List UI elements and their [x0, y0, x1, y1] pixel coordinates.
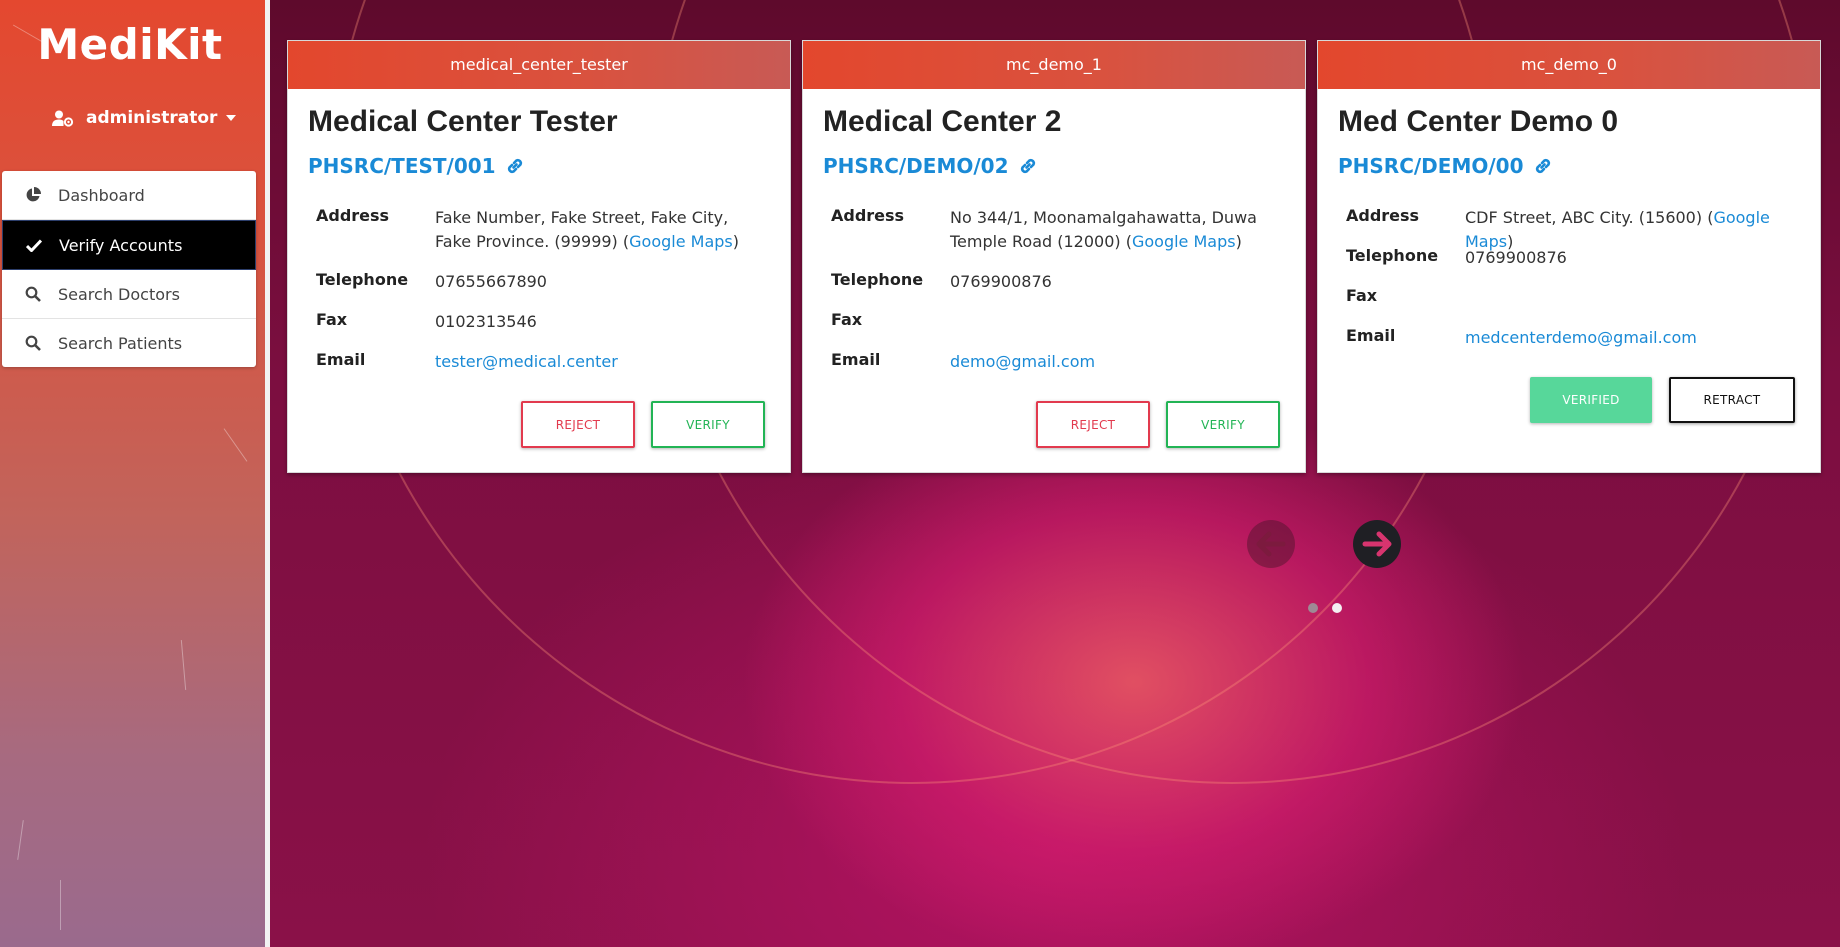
- email-row: Email medcenterdemo@gmail.com: [1346, 326, 1805, 366]
- address-value: Fake Number, Fake Street, Fake City, Fak…: [435, 206, 765, 270]
- registration-code-link[interactable]: PHSRC/TEST/001: [308, 154, 525, 178]
- verified-button[interactable]: VERIFIED: [1530, 377, 1652, 423]
- background-streak: [60, 880, 61, 930]
- sidebar-item-label: Verify Accounts: [59, 235, 183, 255]
- account-card: medical_center_tester Medical Center Tes…: [287, 40, 791, 473]
- pie-chart-icon: [24, 187, 42, 203]
- telephone-row: Telephone 07655667890: [316, 270, 765, 310]
- telephone-row: Telephone 0769900876: [831, 270, 1280, 310]
- user-menu-dropdown[interactable]: administrator: [52, 108, 237, 128]
- email-link[interactable]: demo@gmail.com: [950, 350, 1280, 390]
- fax-value: [1465, 286, 1795, 326]
- email-row: Email demo@gmail.com: [831, 350, 1280, 390]
- card-title: Med Center Demo 0: [1338, 105, 1619, 138]
- arrow-left-icon: [1256, 531, 1286, 557]
- fax-row: Fax: [1346, 286, 1805, 326]
- account-card: mc_demo_0 Med Center Demo 0 PHSRC/DEMO/0…: [1317, 40, 1821, 473]
- card-username: medical_center_tester: [288, 41, 790, 89]
- registration-code: PHSRC/DEMO/02: [823, 154, 1009, 178]
- address-label: Address: [316, 206, 390, 225]
- carousel-page-dot[interactable]: [1308, 603, 1318, 613]
- link-icon: [1020, 158, 1035, 174]
- background-streak: [17, 820, 24, 860]
- background-streak: [223, 428, 248, 462]
- google-maps-link[interactable]: Google Maps: [629, 232, 733, 251]
- registration-code-link[interactable]: PHSRC/DEMO/02: [823, 154, 1038, 178]
- fax-label: Fax: [831, 310, 863, 329]
- address-row: Address Fake Number, Fake Street, Fake C…: [316, 206, 765, 270]
- sidebar-item-label: Dashboard: [58, 185, 145, 205]
- registration-code: PHSRC/DEMO/00: [1338, 154, 1524, 178]
- telephone-value: 0769900876: [950, 272, 1052, 291]
- sidebar-item-verify-accounts[interactable]: Verify Accounts: [2, 220, 256, 270]
- telephone-value: 07655667890: [435, 272, 547, 291]
- telephone-label: Telephone: [316, 270, 409, 289]
- carousel-prev-button[interactable]: [1247, 520, 1295, 568]
- check-icon: [25, 238, 43, 252]
- card-title: Medical Center 2: [823, 105, 1062, 138]
- user-gear-icon: [52, 110, 74, 127]
- retract-button[interactable]: RETRACT: [1669, 377, 1795, 423]
- card-info: Address Fake Number, Fake Street, Fake C…: [316, 206, 765, 390]
- address-row: Address No 344/1, Moonamalgahawatta, Duw…: [831, 206, 1280, 270]
- reject-button[interactable]: REJECT: [1036, 401, 1150, 448]
- user-menu-label: administrator: [86, 108, 218, 128]
- telephone-row: Telephone 0769900876: [1346, 246, 1805, 286]
- address-label: Address: [831, 206, 905, 225]
- background-streak: [180, 640, 187, 690]
- telephone-label: Telephone: [831, 270, 924, 289]
- fax-label: Fax: [1346, 286, 1378, 305]
- sidebar-item-search-doctors[interactable]: Search Doctors: [2, 270, 256, 319]
- address-close: ): [732, 232, 739, 251]
- registration-code: PHSRC/TEST/001: [308, 154, 496, 178]
- address-close: ): [1235, 232, 1242, 251]
- main-content: medical_center_tester Medical Center Tes…: [270, 0, 1840, 947]
- sidebar-nav: Dashboard Verify Accounts Search Doctors…: [2, 171, 256, 367]
- reject-button[interactable]: REJECT: [521, 401, 635, 448]
- email-label: Email: [316, 350, 366, 369]
- email-label: Email: [1346, 326, 1396, 345]
- arrow-right-icon: [1362, 531, 1392, 557]
- fax-value: [950, 310, 1280, 350]
- fax-label: Fax: [316, 310, 348, 329]
- app-logo: MediKit: [37, 20, 223, 69]
- verify-button[interactable]: VERIFY: [651, 401, 765, 448]
- account-card: mc_demo_1 Medical Center 2 PHSRC/DEMO/02…: [802, 40, 1306, 473]
- card-title: Medical Center Tester: [308, 105, 618, 138]
- telephone-label: Telephone: [1346, 246, 1439, 265]
- card-username: mc_demo_1: [803, 41, 1305, 89]
- address-value: CDF Street, ABC City. (15600) (Google Ma…: [1465, 206, 1805, 251]
- link-icon: [507, 158, 522, 174]
- carousel-page-dot-active[interactable]: [1332, 603, 1342, 613]
- sidebar-item-search-patients[interactable]: Search Patients: [2, 319, 256, 367]
- card-info: Address No 344/1, Moonamalgahawatta, Duw…: [831, 206, 1280, 390]
- email-link[interactable]: tester@medical.center: [435, 350, 765, 390]
- email-link[interactable]: medcenterdemo@gmail.com: [1465, 326, 1795, 366]
- email-label: Email: [831, 350, 881, 369]
- registration-code-link[interactable]: PHSRC/DEMO/00: [1338, 154, 1553, 178]
- address-row: Address CDF Street, ABC City. (15600) (G…: [1346, 206, 1805, 251]
- sidebar-item-label: Search Doctors: [58, 284, 180, 304]
- search-icon: [24, 286, 42, 302]
- fax-row: Fax 0102313546: [316, 310, 765, 350]
- link-icon: [1535, 158, 1550, 174]
- telephone-value: 0769900876: [1465, 248, 1567, 267]
- carousel-next-button[interactable]: [1353, 520, 1401, 568]
- caret-down-icon: [226, 115, 237, 121]
- address-text: CDF Street, ABC City. (15600) (: [1465, 208, 1714, 227]
- search-icon: [24, 335, 42, 351]
- card-info: Address CDF Street, ABC City. (15600) (G…: [1346, 206, 1805, 366]
- address-label: Address: [1346, 206, 1420, 225]
- address-value: No 344/1, Moonamalgahawatta, Duwa Temple…: [950, 206, 1280, 270]
- fax-value: 0102313546: [435, 312, 537, 331]
- sidebar-item-dashboard[interactable]: Dashboard: [2, 171, 256, 220]
- card-username: mc_demo_0: [1318, 41, 1820, 89]
- sidebar: MediKit administrator Dashboard Verify A…: [0, 0, 265, 947]
- email-row: Email tester@medical.center: [316, 350, 765, 390]
- verify-button[interactable]: VERIFY: [1166, 401, 1280, 448]
- google-maps-link[interactable]: Google Maps: [1132, 232, 1236, 251]
- fax-row: Fax: [831, 310, 1280, 350]
- sidebar-item-label: Search Patients: [58, 333, 183, 353]
